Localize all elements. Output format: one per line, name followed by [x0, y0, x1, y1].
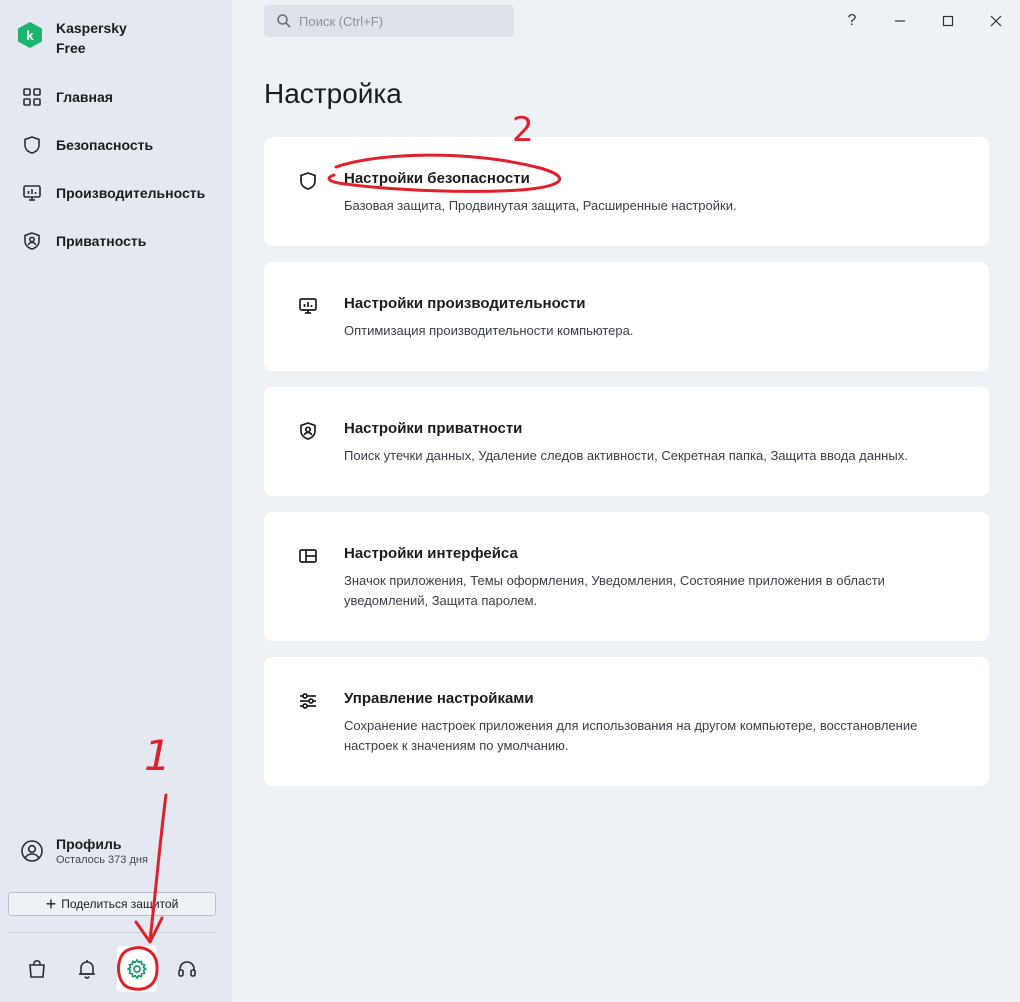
sidebar-item-label: Безопасность — [56, 137, 154, 153]
card-title: Настройки безопасности — [344, 170, 530, 187]
bottom-toolbar — [12, 946, 212, 992]
store-button[interactable] — [12, 946, 62, 992]
shield-icon — [300, 172, 316, 190]
card-title: Настройки производительности — [344, 295, 586, 312]
sidebar-item-home[interactable]: Главная — [0, 73, 232, 121]
close-icon — [990, 15, 1002, 27]
card-security-settings[interactable]: Настройки безопасности Базовая защита, П… — [264, 137, 989, 246]
user-avatar-icon — [21, 840, 43, 862]
notifications-button[interactable] — [62, 946, 112, 992]
app-name: Kaspersky Free — [56, 20, 127, 56]
support-button[interactable] — [162, 946, 212, 992]
search-input[interactable] — [299, 13, 499, 29]
sidebar-item-privacy[interactable]: Приватность — [0, 217, 232, 265]
sidebar-item-label: Главная — [56, 89, 113, 105]
card-description: Сохранение настроек приложения для испол… — [344, 718, 918, 753]
minimize-icon — [895, 20, 905, 22]
window-controls: ? — [828, 6, 1020, 36]
privacy-shield-icon — [24, 232, 40, 250]
page-title: Настройка — [264, 78, 402, 109]
plus-icon: + — [45, 894, 57, 914]
divider — [8, 932, 216, 933]
layout-icon — [299, 549, 317, 563]
brand: k Kaspersky Free — [16, 18, 127, 58]
card-title: Управление настройками — [344, 690, 534, 707]
sidebar-item-performance[interactable]: Производительность — [0, 169, 232, 217]
minimize-button[interactable] — [876, 6, 924, 36]
card-description: Базовая защита, Продвинутая защита, Расш… — [344, 198, 737, 213]
card-title: Настройки приватности — [344, 420, 523, 437]
card-performance-settings[interactable]: Настройки производительности Оптимизация… — [264, 262, 989, 371]
gear-icon — [126, 958, 148, 980]
help-button[interactable]: ? — [828, 6, 876, 36]
close-button[interactable] — [972, 6, 1020, 36]
svg-text:k: k — [26, 28, 34, 43]
kaspersky-logo-icon: k — [18, 22, 42, 48]
sidebar-item-label: Производительность — [56, 185, 206, 201]
sidebar-item-label: Приватность — [56, 233, 147, 249]
profile[interactable]: Профиль Осталось 373 дня — [20, 836, 148, 866]
license-days-left: Осталось 373 дня — [56, 854, 148, 866]
share-protection-button[interactable]: + Поделиться защитой — [8, 892, 216, 916]
search-box[interactable] — [264, 5, 514, 37]
sidebar: k Kaspersky Free Главная Безопасность Пр… — [0, 0, 232, 1002]
card-title: Настройки интерфейса — [344, 545, 518, 562]
settings-list: Настройки безопасности Базовая защита, П… — [264, 137, 989, 802]
settings-button[interactable] — [117, 946, 157, 992]
maximize-button[interactable] — [924, 6, 972, 36]
monitor-icon — [299, 298, 317, 314]
headset-icon — [178, 961, 196, 977]
store-icon — [29, 959, 45, 978]
card-manage-settings[interactable]: Управление настройками Сохранение настро… — [264, 657, 989, 786]
search-icon — [277, 14, 291, 28]
maximize-icon — [942, 15, 954, 27]
card-description: Значок приложения, Темы оформления, Увед… — [344, 573, 885, 608]
dashboard-icon — [23, 88, 41, 106]
sidebar-nav: Главная Безопасность Производительность … — [0, 73, 232, 265]
card-description: Поиск утечки данных, Удаление следов акт… — [344, 448, 908, 463]
monitor-icon — [23, 185, 41, 201]
card-description: Оптимизация производительности компьютер… — [344, 323, 634, 338]
bell-icon — [79, 960, 95, 979]
share-protection-label: Поделиться защитой — [61, 897, 179, 911]
sliders-icon — [300, 693, 316, 709]
card-interface-settings[interactable]: Настройки интерфейса Значок приложения, … — [264, 512, 989, 641]
shield-icon — [24, 136, 40, 154]
privacy-shield-icon — [300, 422, 316, 440]
profile-title: Профиль — [56, 836, 122, 852]
sidebar-item-security[interactable]: Безопасность — [0, 121, 232, 169]
card-privacy-settings[interactable]: Настройки приватности Поиск утечки данны… — [264, 387, 989, 496]
